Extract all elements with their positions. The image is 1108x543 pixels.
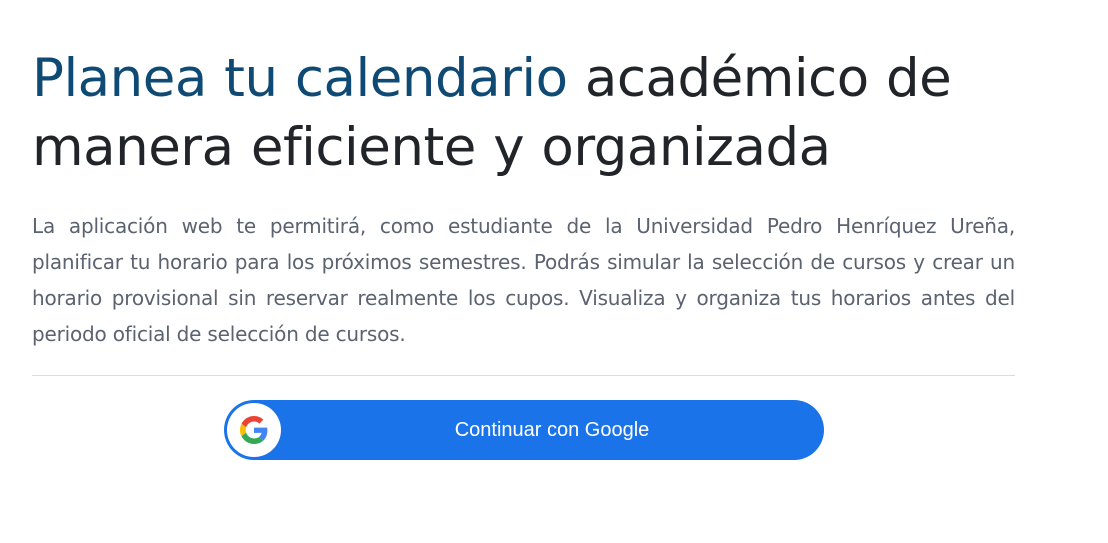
divider — [32, 375, 1015, 376]
page-title: Planea tu calendario académico de manera… — [32, 44, 1015, 182]
page-title-accent: Planea tu calendario — [32, 48, 568, 109]
continue-with-google-button[interactable]: Continuar con Google — [224, 400, 824, 460]
hero-section: Planea tu calendario académico de manera… — [32, 44, 1015, 352]
hero-description: La aplicación web te permitirá, como est… — [32, 214, 1015, 346]
google-button-label: Continuar con Google — [454, 418, 650, 441]
